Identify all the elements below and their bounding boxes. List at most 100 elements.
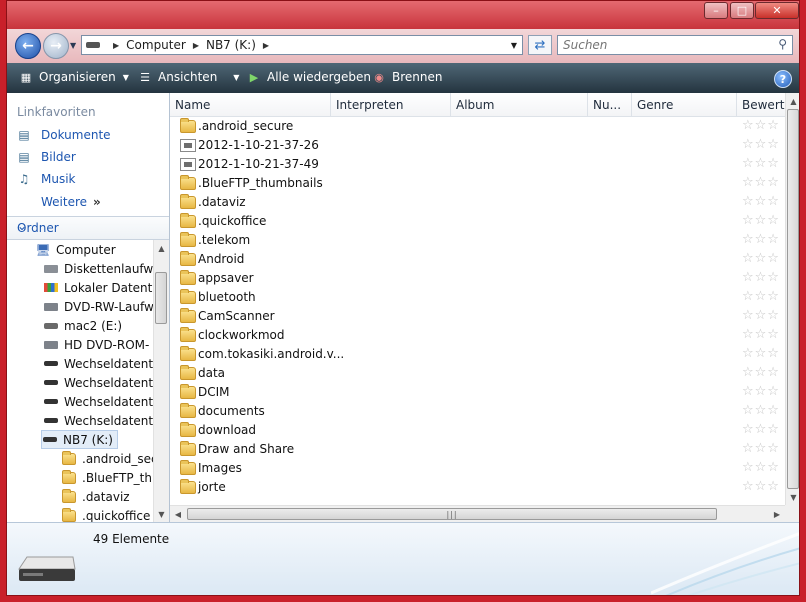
rating-stars-icon[interactable]: ☆☆☆ xyxy=(742,137,780,152)
rating-stars-icon[interactable]: ☆☆☆ xyxy=(742,270,780,285)
folders-header[interactable]: Ordner ⌄ xyxy=(7,216,169,240)
rating-stars-icon[interactable]: ☆☆☆ xyxy=(742,194,780,209)
rating-stars-icon[interactable]: ☆☆☆ xyxy=(742,327,780,342)
file-row[interactable]: CamScanner ☆☆☆ xyxy=(170,307,785,326)
close-button[interactable]: ✕ xyxy=(755,2,799,19)
rating-stars-icon[interactable]: ☆☆☆ xyxy=(742,289,780,304)
tree-item-folder[interactable]: .android_sec xyxy=(61,449,153,468)
column-header-number[interactable]: Nu... xyxy=(588,93,632,117)
minimize-button[interactable]: – xyxy=(704,2,728,19)
file-row[interactable]: download ☆☆☆ xyxy=(170,421,785,440)
column-header-artists[interactable]: Interpreten xyxy=(331,93,451,117)
rating-stars-icon[interactable]: ☆☆☆ xyxy=(742,156,780,171)
file-row[interactable]: 2012-1-10-21-37-49 ☆☆☆ xyxy=(170,155,785,174)
rating-stars-icon[interactable]: ☆☆☆ xyxy=(742,175,780,190)
tree-item-folder[interactable]: .quickoffice xyxy=(61,506,150,522)
rating-stars-icon[interactable]: ☆☆☆ xyxy=(742,365,780,380)
file-row[interactable]: DCIM ☆☆☆ xyxy=(170,383,785,402)
column-header-genre[interactable]: Genre xyxy=(632,93,737,117)
vertical-scrollbar[interactable]: ▲ ▼ xyxy=(785,93,799,505)
file-row[interactable]: .quickoffice ☆☆☆ xyxy=(170,212,785,231)
back-button[interactable]: ← xyxy=(15,33,41,59)
file-row[interactable]: jorte ☆☆☆ xyxy=(170,478,785,497)
favorite-pictures[interactable]: ▤ Bilder xyxy=(17,150,76,164)
play-all-button[interactable]: ▶ Alle wiedergeben xyxy=(247,70,371,84)
favorite-music[interactable]: ♫ Musik xyxy=(17,172,76,186)
address-bar[interactable]: ▶ Computer ▶ NB7 (K:) ▶ ▼ xyxy=(81,35,523,55)
search-box[interactable]: ⚲ xyxy=(557,35,793,55)
rating-stars-icon[interactable]: ☆☆☆ xyxy=(742,232,780,247)
file-row[interactable]: bluetooth ☆☆☆ xyxy=(170,288,785,307)
rating-stars-icon[interactable]: ☆☆☆ xyxy=(742,479,780,494)
maximize-button[interactable]: □ xyxy=(730,2,754,19)
tree-item-removable[interactable]: Wechseldatent xyxy=(43,373,153,392)
recent-pages-dropdown[interactable]: ▼ xyxy=(70,41,76,50)
search-input[interactable] xyxy=(563,38,763,52)
tree-item-floppy[interactable]: Diskettenlaufw xyxy=(43,259,153,278)
more-favorites-link[interactable]: Weitere » xyxy=(41,195,101,209)
column-header-rating[interactable]: Bewert xyxy=(737,93,785,117)
rating-stars-icon[interactable]: ☆☆☆ xyxy=(742,441,780,456)
tree-item-removable[interactable]: Wechseldatent xyxy=(43,392,153,411)
tree-item-hd-dvd[interactable]: HD DVD-ROM- xyxy=(43,335,149,354)
tree-item-dvd-rw[interactable]: DVD-RW-Laufw xyxy=(43,297,153,316)
title-bar[interactable]: – □ ✕ xyxy=(7,1,799,29)
scroll-right-icon[interactable]: ▶ xyxy=(769,506,785,522)
rating-stars-icon[interactable]: ☆☆☆ xyxy=(742,308,780,323)
scroll-up-icon[interactable]: ▲ xyxy=(154,240,169,256)
rating-stars-icon[interactable]: ☆☆☆ xyxy=(742,403,780,418)
file-row[interactable]: Android ☆☆☆ xyxy=(170,250,785,269)
rating-stars-icon[interactable]: ☆☆☆ xyxy=(742,213,780,228)
tree-item-removable[interactable]: Wechseldatent xyxy=(43,354,153,373)
breadcrumb-drive[interactable]: NB7 (K:) xyxy=(206,38,256,52)
breadcrumb-chevron-icon[interactable]: ▶ xyxy=(263,41,269,50)
rating-stars-icon[interactable]: ☆☆☆ xyxy=(742,422,780,437)
breadcrumb-chevron-icon[interactable]: ▶ xyxy=(193,41,199,50)
scroll-up-icon[interactable]: ▲ xyxy=(786,93,799,109)
tree-item-folder[interactable]: .dataviz xyxy=(61,487,130,506)
search-icon[interactable]: ⚲ xyxy=(778,37,787,51)
rating-stars-icon[interactable]: ☆☆☆ xyxy=(742,384,780,399)
column-header-album[interactable]: Album xyxy=(451,93,588,117)
file-row[interactable]: appsaver ☆☆☆ xyxy=(170,269,785,288)
column-header-name[interactable]: Name xyxy=(170,93,331,117)
burn-button[interactable]: ◉ Brennen xyxy=(372,70,442,84)
tree-item-local-disk[interactable]: Lokaler Datent xyxy=(43,278,152,297)
scroll-down-icon[interactable]: ▼ xyxy=(786,489,799,505)
tree-scroll-thumb[interactable] xyxy=(155,272,167,324)
file-row[interactable]: Draw and Share ☆☆☆ xyxy=(170,440,785,459)
file-row[interactable]: .android_secure ☆☆☆ xyxy=(170,117,785,136)
scroll-left-icon[interactable]: ◀ xyxy=(170,506,186,522)
file-row[interactable]: 2012-1-10-21-37-26 ☆☆☆ xyxy=(170,136,785,155)
organize-button[interactable]: ▦ Organisieren ▼ xyxy=(19,70,129,84)
rating-stars-icon[interactable]: ☆☆☆ xyxy=(742,346,780,361)
horizontal-scrollbar[interactable]: ◀ ||| ▶ xyxy=(170,505,785,522)
file-row[interactable]: .dataviz ☆☆☆ xyxy=(170,193,785,212)
views-button[interactable]: ☰ Ansichten ▼ xyxy=(138,70,239,84)
tree-item-mac2[interactable]: mac2 (E:) xyxy=(43,316,122,335)
file-row[interactable]: data ☆☆☆ xyxy=(170,364,785,383)
help-button[interactable]: ? xyxy=(774,70,792,88)
address-dropdown-icon[interactable]: ▼ xyxy=(506,41,522,50)
file-row[interactable]: com.tokasiki.android.v... ☆☆☆ xyxy=(170,345,785,364)
rating-stars-icon[interactable]: ☆☆☆ xyxy=(742,118,780,133)
tree-item-folder[interactable]: .BlueFTP_thu xyxy=(61,468,153,487)
tree-item-nb7[interactable]: NB7 (K:) xyxy=(41,430,118,449)
file-row[interactable]: documents ☆☆☆ xyxy=(170,402,785,421)
tree-item-computer[interactable]: 🖥 Computer xyxy=(35,240,115,259)
vertical-scroll-thumb[interactable] xyxy=(787,109,799,489)
forward-button[interactable]: → xyxy=(43,33,69,59)
rating-stars-icon[interactable]: ☆☆☆ xyxy=(742,460,780,475)
file-row[interactable]: .BlueFTP_thumbnails ☆☆☆ xyxy=(170,174,785,193)
horizontal-scroll-thumb[interactable]: ||| xyxy=(187,508,717,520)
favorite-documents[interactable]: ▤ Dokumente xyxy=(17,128,110,142)
rating-stars-icon[interactable]: ☆☆☆ xyxy=(742,251,780,266)
refresh-button[interactable]: ⇄ xyxy=(528,35,552,55)
scroll-down-icon[interactable]: ▼ xyxy=(154,506,169,522)
tree-item-removable[interactable]: Wechseldatent xyxy=(43,411,153,430)
breadcrumb-computer[interactable]: Computer xyxy=(126,38,186,52)
file-row[interactable]: .telekom ☆☆☆ xyxy=(170,231,785,250)
file-row[interactable]: Images ☆☆☆ xyxy=(170,459,785,478)
file-row[interactable]: clockworkmod ☆☆☆ xyxy=(170,326,785,345)
tree-scrollbar[interactable]: ▲ ▼ xyxy=(153,240,169,522)
